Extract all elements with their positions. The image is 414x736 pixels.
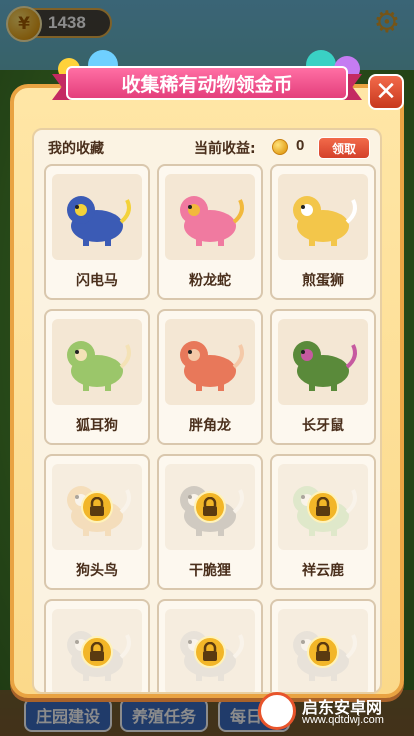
animal-name: 干脆狸 <box>189 563 231 579</box>
lock-icon <box>307 636 339 668</box>
animal-name: 祥云鹿 <box>302 563 344 579</box>
watermark: 启东安卓网 www.qdtdwj.com <box>258 692 408 732</box>
animal-card[interactable]: 胖角龙 <box>157 309 263 445</box>
collection-header: 我的收藏 当前收益: 0 领取 <box>34 130 380 162</box>
income-label: 当前收益: <box>194 141 256 157</box>
watermark-logo-icon <box>258 692 296 730</box>
animal-card[interactable]: 长牙鼠 <box>270 309 376 445</box>
animal-card[interactable]: 祥云鹿 <box>270 454 376 590</box>
title-ribbon: 收集稀有动物领金币 <box>48 50 366 108</box>
collection-modal: 我的收藏 当前收益: 0 领取 闪电马 粉龙蛇 煎蛋狮狐耳狗 胖角龙 长牙鼠狗头鸟 干脆狸… <box>10 84 404 698</box>
blue-lightning-horse-icon <box>52 174 142 260</box>
lock-icon <box>307 491 339 523</box>
pink-dragon-snake-icon <box>165 174 255 260</box>
animal-card[interactable]: 煎蛋狮 <box>270 164 376 300</box>
animal-card[interactable] <box>157 599 263 692</box>
lock-icon <box>81 491 113 523</box>
animal-name: 长牙鼠 <box>302 418 344 434</box>
fried-egg-lion-icon <box>278 174 368 260</box>
lock-icon <box>194 636 226 668</box>
income-coin-icon <box>272 139 288 155</box>
animal-name: 狐耳狗 <box>76 418 118 434</box>
modal-title: 收集稀有动物领金币 <box>66 66 348 100</box>
animal-name: 狗头鸟 <box>76 563 118 579</box>
collection-panel: 我的收藏 当前收益: 0 领取 闪电马 粉龙蛇 煎蛋狮狐耳狗 胖角龙 长牙鼠狗头鸟 干脆狸… <box>32 128 382 694</box>
locked-creature-icon <box>278 609 368 692</box>
lock-icon <box>194 491 226 523</box>
fox-ear-dog-icon <box>52 319 142 405</box>
cloud-deer-icon <box>278 464 368 550</box>
close-button[interactable]: ✕ <box>368 74 404 110</box>
raccoon-icon <box>165 464 255 550</box>
animal-card[interactable]: 干脆狸 <box>157 454 263 590</box>
watermark-url: www.qdtdwj.com <box>302 714 384 726</box>
locked-creature-icon <box>52 609 142 692</box>
my-collection-label: 我的收藏 <box>48 141 104 157</box>
locked-creature-icon <box>165 609 255 692</box>
dog-head-bird-icon <box>52 464 142 550</box>
lock-icon <box>81 636 113 668</box>
animal-card[interactable]: 粉龙蛇 <box>157 164 263 300</box>
animal-name: 粉龙蛇 <box>189 273 231 289</box>
animal-name: 煎蛋狮 <box>302 273 344 289</box>
animal-name: 胖角龙 <box>189 418 231 434</box>
claim-button[interactable]: 领取 <box>318 137 370 159</box>
income-value: 0 <box>296 137 305 154</box>
spiky-tusk-rat-icon <box>278 319 368 405</box>
animal-card[interactable]: 闪电马 <box>44 164 150 300</box>
animal-card[interactable]: 狗头鸟 <box>44 454 150 590</box>
animal-name: 闪电马 <box>76 273 118 289</box>
animal-card[interactable] <box>270 599 376 692</box>
chubby-triceratops-icon <box>165 319 255 405</box>
animal-card[interactable]: 狐耳狗 <box>44 309 150 445</box>
animal-card[interactable] <box>44 599 150 692</box>
